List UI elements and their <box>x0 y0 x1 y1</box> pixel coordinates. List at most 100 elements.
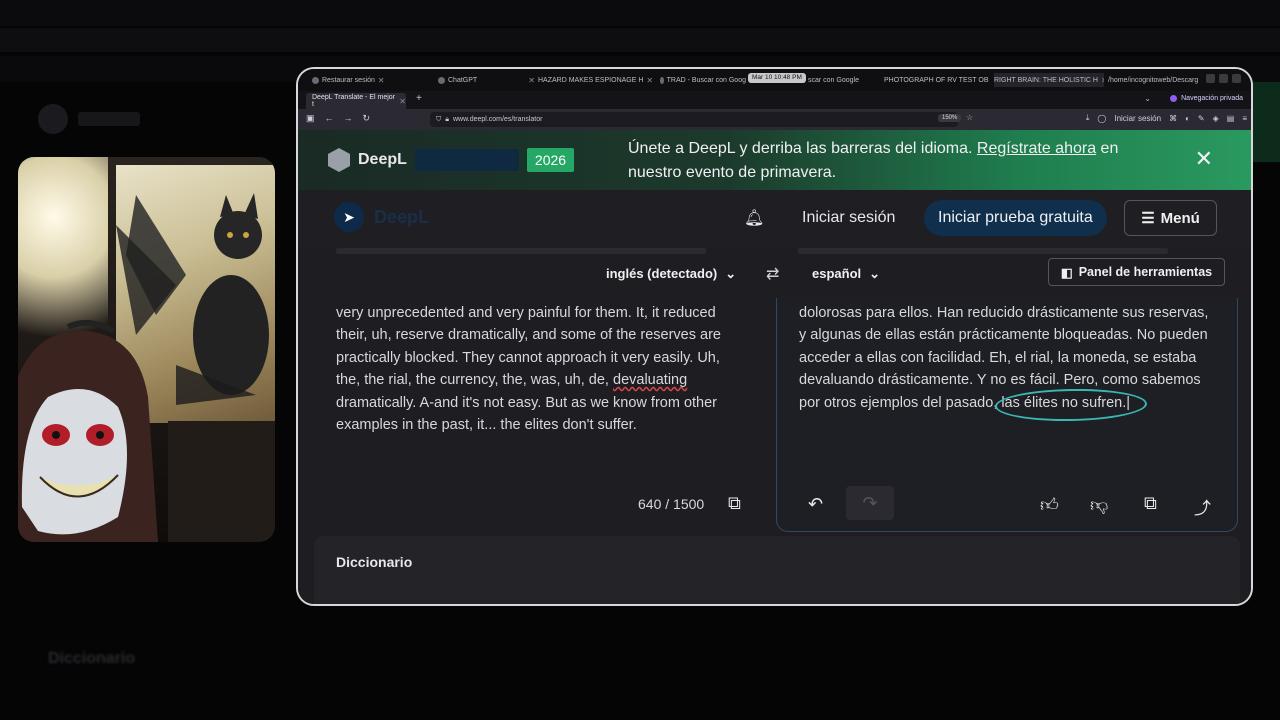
source-text-end: dramatically. A-and it's not easy. But a… <box>336 394 718 434</box>
banner-redacted-block <box>414 149 519 171</box>
tab-label: DeepL Translate - El mejor t <box>312 94 395 108</box>
copy-icon[interactable]: ⧉ <box>1144 493 1157 514</box>
private-label: Navegación privada <box>1181 95 1243 102</box>
chevron-down-icon: ⌄ <box>869 266 881 281</box>
toolbar-right: ⤓ ◯ Iniciar sesión ⌘ ◐ ✎ ◈ ▤ ≡ <box>1086 113 1247 123</box>
sidebar-icon[interactable]: ▣ <box>306 113 315 124</box>
banner-text: Únete a DeepL y derriba las barreras del… <box>628 140 977 157</box>
tab-trad[interactable]: TRAD - Buscar con Goog <box>660 73 746 87</box>
extension-icon[interactable]: ⌘ <box>1169 114 1177 123</box>
extension-icon[interactable]: ◐ <box>1185 114 1190 123</box>
tab-favicon <box>660 76 664 84</box>
close-icon[interactable]: ✕ <box>1101 76 1104 85</box>
dictionary-section: Diccionario <box>314 536 1240 604</box>
back-icon[interactable]: ← <box>325 113 334 124</box>
tools-panel-label: Panel de herramientas <box>1078 265 1213 279</box>
target-language-select[interactable]: español ⌄ <box>812 266 880 282</box>
chevron-down-icon[interactable]: ⌄ <box>1144 94 1151 103</box>
hand-drawn-circle <box>995 387 1148 422</box>
browser-login[interactable]: Iniciar sesión <box>1114 114 1161 123</box>
tab-deepl[interactable]: DeepL Translate - El mejor t ✕ <box>306 93 406 109</box>
bg-dictionary-label: Diccionario <box>48 650 136 667</box>
character-counter: 640 / 1500 <box>638 496 705 512</box>
tab-label: scar con Google <box>808 76 859 84</box>
tab-label: RIGHT BRAIN: THE HOLISTIC H <box>994 76 1098 84</box>
address-bar[interactable]: ⛉ 🔒︎ www.deepl.com/es/translator <box>430 112 958 127</box>
tab-search[interactable]: scar con Google <box>808 73 874 87</box>
download-icon[interactable]: ⤓ <box>1086 113 1090 123</box>
target-language-label: español <box>812 266 862 281</box>
tab-chatgpt[interactable]: ChatGPT ✕ <box>438 73 538 87</box>
source-textarea[interactable]: very unprecedented and very painful for … <box>336 302 726 436</box>
extension-icon[interactable]: ✎ <box>1198 114 1205 123</box>
redo-icon[interactable]: ↷ <box>846 486 894 520</box>
tab-label: Restaurar sesión <box>322 76 375 84</box>
hamburger-icon[interactable]: ≡ <box>1242 114 1247 123</box>
reload-icon[interactable]: ↻ <box>363 113 371 124</box>
bookmark-star-icon[interactable]: ☆ <box>966 113 973 122</box>
hamburger-icon: ☰ <box>1141 210 1155 227</box>
chevron-down-icon: ⌄ <box>725 266 737 281</box>
browser-window: Restaurar sesión ✕ ChatGPT ✕ HAZARD MAKE… <box>296 67 1253 606</box>
extension-icon[interactable]: ◈ <box>1213 114 1219 123</box>
bg-banner-edge <box>1252 82 1280 162</box>
new-tab-button[interactable]: + <box>416 93 422 104</box>
tab-label: PHOTOGRAPH OF RV TEST OB <box>884 76 989 84</box>
tab-favicon <box>438 76 445 84</box>
lock-icon: 🔒︎ <box>445 115 449 123</box>
banner-year-badge: 2026 <box>526 148 575 172</box>
site-header: ➤ DeepL 🔔︎ Iniciar sesión Iniciar prueba… <box>298 190 1251 248</box>
close-icon[interactable]: ✕ <box>399 97 406 106</box>
deepl-logo-icon[interactable]: ➤ <box>334 202 364 232</box>
extension-icon[interactable]: ▤ <box>1227 114 1235 123</box>
close-icon[interactable]: ✕ <box>378 76 385 85</box>
deepl-wordmark[interactable]: DeepL <box>374 207 429 228</box>
promo-banner: DeepL 2026 Únete a DeepL y derriba las b… <box>298 130 1251 190</box>
close-icon[interactable]: ✕ <box>1195 146 1213 172</box>
menu-label: Menú <box>1160 209 1200 227</box>
dictionary-title: Diccionario <box>336 554 413 570</box>
private-mask-icon <box>1170 95 1178 102</box>
banner-logo: DeepL 2026 <box>328 148 575 172</box>
tab-hazard[interactable]: HAZARD MAKES ESPIONAGE H ✕ <box>538 73 658 87</box>
undo-icon[interactable]: ↶ <box>808 494 823 515</box>
tab-photograph[interactable]: PHOTOGRAPH OF RV TEST OB ✕ <box>884 73 992 87</box>
deepl-hex-icon <box>328 148 350 172</box>
scrolled-text-remnant <box>798 248 1168 254</box>
browser-tab-bar: DeepL Translate - El mejor t ✕ + ⌄ Naveg… <box>298 91 1251 109</box>
close-icon[interactable]: ✕ <box>528 76 535 85</box>
private-browsing-indicator: Navegación privada <box>1170 95 1243 102</box>
tools-panel-button[interactable]: ◧ Panel de herramientas <box>1048 258 1225 286</box>
close-icon[interactable]: ✕ <box>646 76 653 85</box>
account-icon[interactable]: ◯ <box>1097 114 1106 123</box>
banner-message: Únete a DeepL y derriba las barreras del… <box>628 137 1148 185</box>
bell-icon[interactable]: 🔔︎ <box>744 208 764 228</box>
thumbs-up-icon[interactable]: 👍︎ <box>1040 494 1059 516</box>
deepl-page: DeepL 2026 Únete a DeepL y derriba las b… <box>298 130 1251 604</box>
tab-right-brain[interactable]: RIGHT BRAIN: THE HOLISTIC H ✕ <box>994 73 1104 87</box>
source-language-select[interactable]: inglés (detectado) ⌄ <box>606 266 736 282</box>
share-icon[interactable]: ⤴ <box>1194 494 1211 519</box>
webcam-overlay <box>18 157 275 542</box>
maximize-button[interactable] <box>1219 74 1228 83</box>
minimize-button[interactable] <box>1206 74 1215 83</box>
swap-languages-icon[interactable]: ⇄ <box>766 264 779 284</box>
bg-logo <box>38 104 68 134</box>
tab-local-file[interactable]: /home/incognitoweb/Descarg <box>1108 73 1214 87</box>
tab-restore-session[interactable]: Restaurar sesión ✕ <box>312 73 412 87</box>
misspelled-word[interactable]: devaluating <box>613 372 687 388</box>
free-trial-button[interactable]: Iniciar prueba gratuita <box>924 200 1107 236</box>
menu-button[interactable]: ☰ Menú <box>1124 200 1217 236</box>
close-window-button[interactable] <box>1232 74 1241 83</box>
language-bar: inglés (detectado) ⌄ ⇄ español ⌄ ◧ Panel… <box>298 248 1251 298</box>
copy-icon[interactable]: ⧉ <box>728 493 741 514</box>
target-textarea[interactable]: dolorosas para ellos. Han reducido drást… <box>799 302 1219 422</box>
zoom-indicator[interactable]: 150% <box>938 114 962 122</box>
login-button[interactable]: Iniciar sesión <box>802 209 895 227</box>
bg-toolbar <box>0 0 1280 26</box>
tab-label: TRAD - Buscar con Goog <box>666 76 746 84</box>
register-link[interactable]: Regístrate ahora <box>977 140 1096 157</box>
thumbs-down-icon[interactable]: 👎︎ <box>1090 494 1108 516</box>
forward-icon[interactable]: → <box>344 113 353 124</box>
highlighted-phrase[interactable]: las élites no sufren. <box>995 387 1148 422</box>
